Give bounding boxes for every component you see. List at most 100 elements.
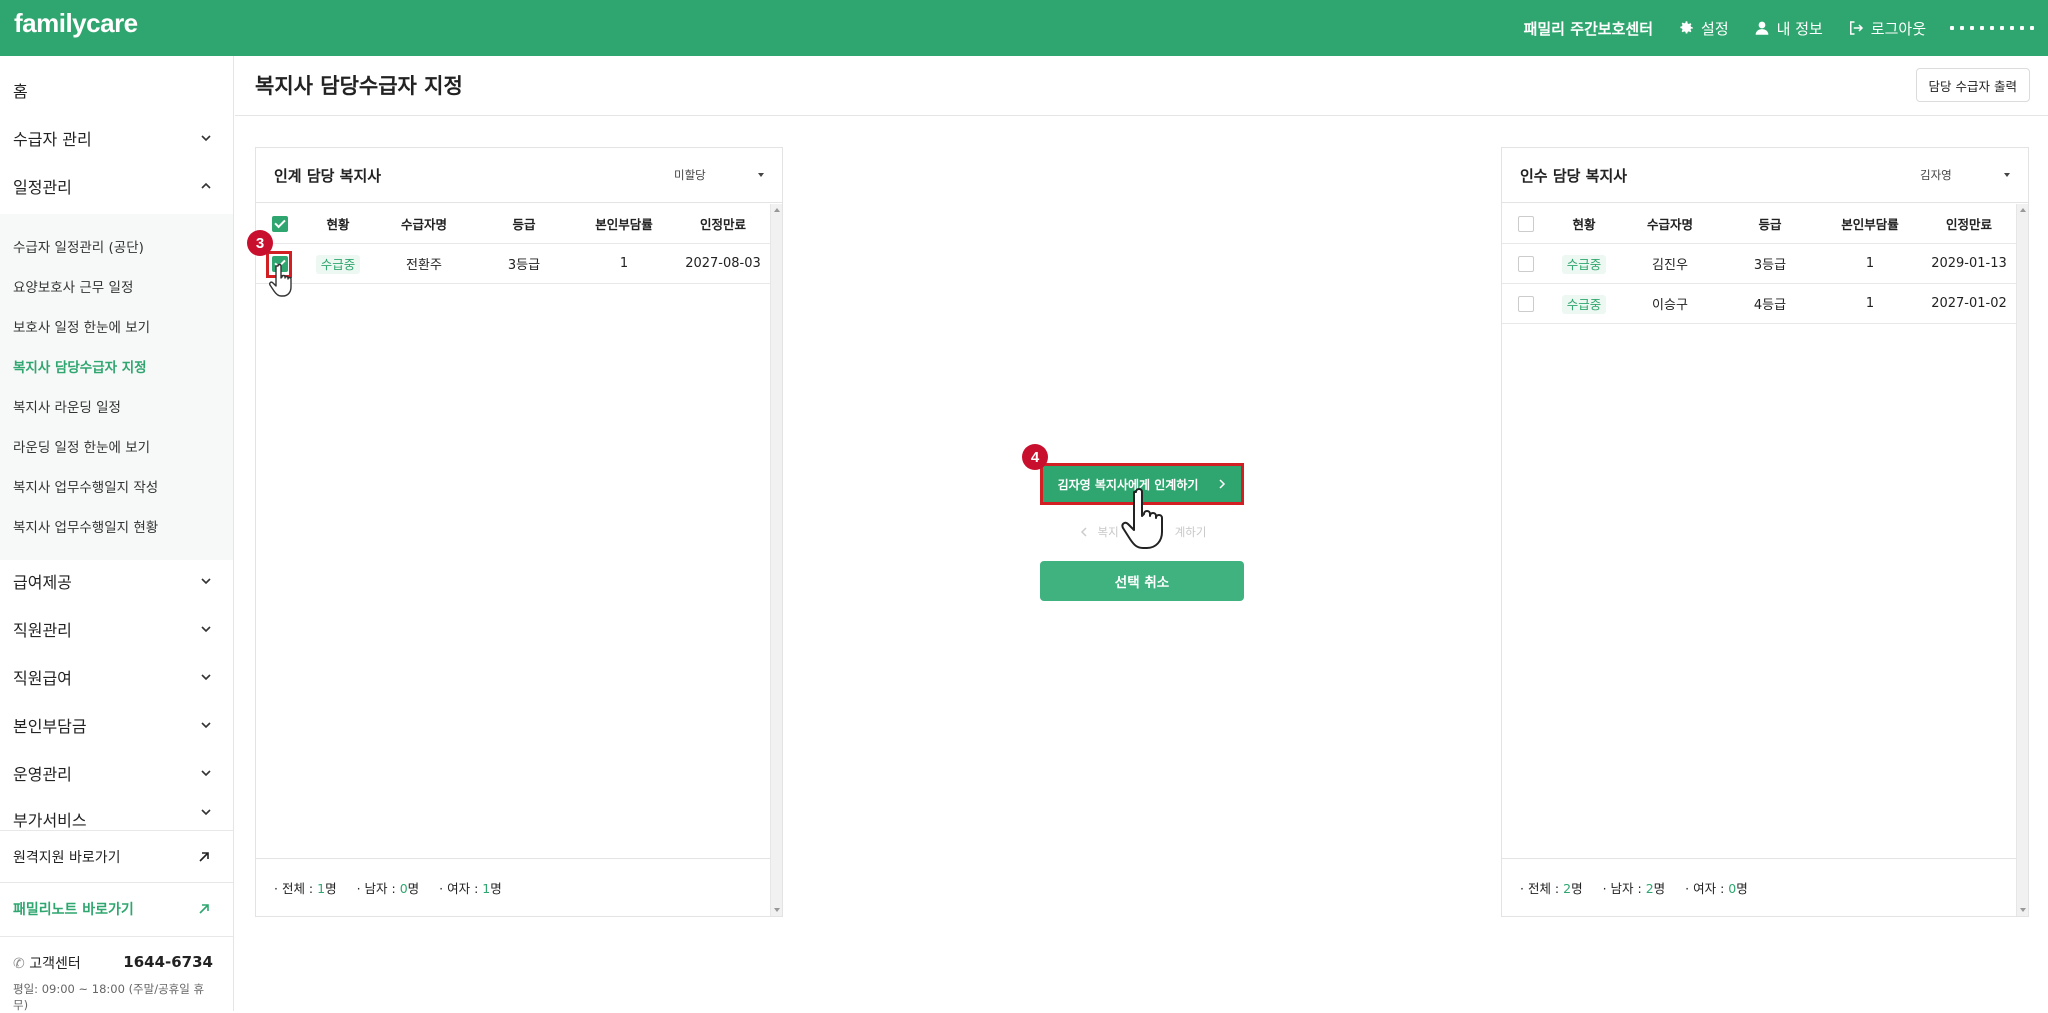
submenu-item[interactable]: 수급자 일정관리 (공단): [13, 236, 144, 256]
sidebar-item-addons[interactable]: 부가서비스: [0, 801, 233, 831]
logo[interactable]: familycare: [14, 8, 138, 39]
sidebar-item-home[interactable]: 홈: [0, 70, 233, 110]
select-all-checkbox[interactable]: [1518, 215, 1534, 232]
cs-phone: 1644-6734: [123, 953, 213, 971]
hand-pointer-icon: [1121, 488, 1163, 549]
total-label: · 전체 :: [274, 881, 318, 896]
panel-title: 인계 담당 복지사: [274, 166, 382, 185]
row-checkbox[interactable]: [1518, 255, 1534, 272]
total-count: 2: [1563, 881, 1572, 896]
my-info-label: 내 정보: [1776, 19, 1823, 38]
familynote-link[interactable]: 패밀리노트 바로가기: [0, 882, 233, 934]
sidebar-item-copay[interactable]: 본인부담금: [0, 705, 233, 745]
submenu-item[interactable]: 라운딩 일정 한눈에 보기: [13, 436, 150, 456]
user-icon: [1755, 21, 1768, 35]
recipient-table: 현황 수급자명 등급 본인부담률 인정만료 수급중 전환주 3등급 1 2027…: [256, 204, 770, 284]
settings-label: 설정: [1701, 19, 1729, 38]
male-count: 2: [1645, 881, 1654, 896]
column-header: 수급자명: [400, 217, 447, 232]
page-title: 복지사 담당수급자 지정: [255, 74, 463, 98]
sidebar-item-recipients[interactable]: 수급자 관리: [0, 118, 233, 158]
name-cell: 이승구: [1652, 298, 1688, 313]
recipient-table: 현황 수급자명 등급 본인부담률 인정만료 수급중 김진우 3등급 1 2029…: [1502, 204, 2016, 324]
chevron-down-icon: [201, 626, 211, 633]
status-badge: 수급중: [1561, 295, 1607, 314]
sidebar-item-benefits[interactable]: 급여제공: [0, 561, 233, 601]
rate-cell: 1: [619, 256, 629, 271]
submenu-item-active[interactable]: 복지사 담당수급자 지정: [13, 356, 147, 376]
cs-row: ✆ 고객센터 1644-6734: [13, 953, 213, 973]
gear-icon: [1680, 21, 1693, 34]
table-row[interactable]: 수급중 김진우 3등급 1 2029-01-13: [1502, 244, 2016, 284]
caret-down-icon: [2004, 173, 2010, 177]
submenu-item[interactable]: 복지사 업무수행일지 작성: [13, 476, 158, 496]
social-worker-select[interactable]: 김자영: [1920, 167, 2010, 183]
schedule-submenu: 수급자 일정관리 (공단) 요양보호사 근무 일정 보호사 일정 한눈에 보기 …: [0, 214, 233, 560]
sidebar: 홈 수급자 관리 일정관리 수급자 일정관리 (공단) 요양보호사 근무 일정 …: [0, 56, 234, 1012]
chevron-down-icon: [201, 770, 211, 777]
total-unit: 명: [1571, 881, 1583, 896]
submenu-item[interactable]: 복지사 업무수행일지 현황: [13, 516, 158, 536]
select-value: 미할당: [674, 168, 706, 182]
sidebar-item-payroll[interactable]: 직원급여: [0, 657, 233, 697]
select-all-checkbox[interactable]: [272, 215, 288, 232]
rate-cell: 1: [1865, 256, 1875, 271]
social-worker-select[interactable]: 미할당: [674, 167, 764, 183]
panel-title: 인수 담당 복지사: [1520, 166, 1628, 185]
logout-link[interactable]: 로그아웃: [1847, 18, 1926, 39]
return-label-right: 계하기: [1174, 525, 1207, 539]
handover-panel: 인계 담당 복지사 미할당 현황 수급자명 등급 본인부담률 인정만료 수급중 …: [255, 147, 783, 917]
apps-grid-icon[interactable]: [1950, 26, 2034, 30]
column-header: 본인부담률: [595, 217, 653, 232]
phone-icon: ✆: [13, 956, 25, 972]
status-badge: 수급중: [315, 255, 361, 274]
sidebar-item-operations[interactable]: 운영관리: [0, 753, 233, 793]
grade-cell: 4등급: [1753, 298, 1787, 313]
panel-header: 인계 담당 복지사 미할당: [256, 148, 782, 203]
male-count: 0: [399, 881, 408, 896]
row-checkbox[interactable]: [1518, 295, 1534, 312]
takeover-panel: 인수 담당 복지사 김자영 현황 수급자명 등급 본인부담률 인정만료 수급중 …: [1501, 147, 2029, 917]
row-select-cell: [1502, 255, 1550, 272]
total-label: · 전체 :: [1520, 881, 1564, 896]
submenu-item[interactable]: 복지사 라운딩 일정: [13, 396, 121, 416]
submenu-item[interactable]: 보호사 일정 한눈에 보기: [13, 316, 150, 336]
hand-pointer-icon: [269, 263, 292, 297]
customer-center: ✆ 고객센터 1644-6734 평일: 09:00 ~ 18:00 (주말/공…: [0, 936, 233, 1012]
page-header: 복지사 담당수급자 지정 담당 수급자 출력: [235, 56, 2048, 116]
remote-support-label: 원격지원 바로가기: [13, 849, 121, 866]
column-header: 현황: [1572, 217, 1596, 232]
step3-badge: 3: [247, 230, 273, 256]
scrollbar[interactable]: [770, 204, 782, 916]
return-label-left: 복지: [1097, 525, 1119, 539]
chevron-down-icon: [201, 722, 211, 729]
chevron-down-icon: [201, 135, 211, 142]
expiry-cell: 2027-01-02: [1931, 296, 2007, 311]
sidebar-item-staff[interactable]: 직원관리: [0, 609, 233, 649]
sidebar-item-label: 직원관리: [13, 621, 72, 640]
cs-hours: 평일: 09:00 ~ 18:00 (주말/공휴일 휴무): [13, 982, 205, 1012]
table-row[interactable]: 수급중 이승구 4등급 1 2027-01-02: [1502, 284, 2016, 324]
sidebar-item-schedule[interactable]: 일정관리: [0, 166, 233, 206]
cancel-selection-button[interactable]: 선택 취소: [1040, 561, 1244, 601]
female-stat: · 여자 : 1명: [439, 878, 502, 897]
settings-link[interactable]: 설정: [1677, 18, 1729, 39]
submenu-item[interactable]: 요양보호사 근무 일정: [13, 276, 133, 296]
male-unit: 명: [407, 881, 420, 896]
sidebar-item-label: 수급자 관리: [13, 130, 92, 149]
top-nav: 패밀리 주간보호센터 설정 내 정보 로그아웃: [1524, 0, 2034, 56]
my-info-link[interactable]: 내 정보: [1753, 18, 1823, 39]
female-label: · 여자 :: [1685, 881, 1729, 896]
chevron-up-icon: [201, 182, 211, 189]
table-row[interactable]: 수급중 전환주 3등급 1 2027-08-03: [256, 244, 770, 284]
remote-support-link[interactable]: 원격지원 바로가기: [0, 830, 233, 882]
sidebar-item-label: 부가서비스: [13, 811, 87, 830]
row-select-cell: [1502, 295, 1550, 312]
scrollbar[interactable]: [2016, 204, 2028, 916]
print-button[interactable]: 담당 수급자 출력: [1915, 68, 2030, 102]
step4-badge: 4: [1022, 444, 1048, 470]
column-header: 본인부담률: [1841, 217, 1899, 232]
arrow-up-right-icon: [199, 903, 209, 914]
male-label: · 남자 :: [356, 881, 400, 896]
grade-cell: 3등급: [1753, 258, 1787, 273]
